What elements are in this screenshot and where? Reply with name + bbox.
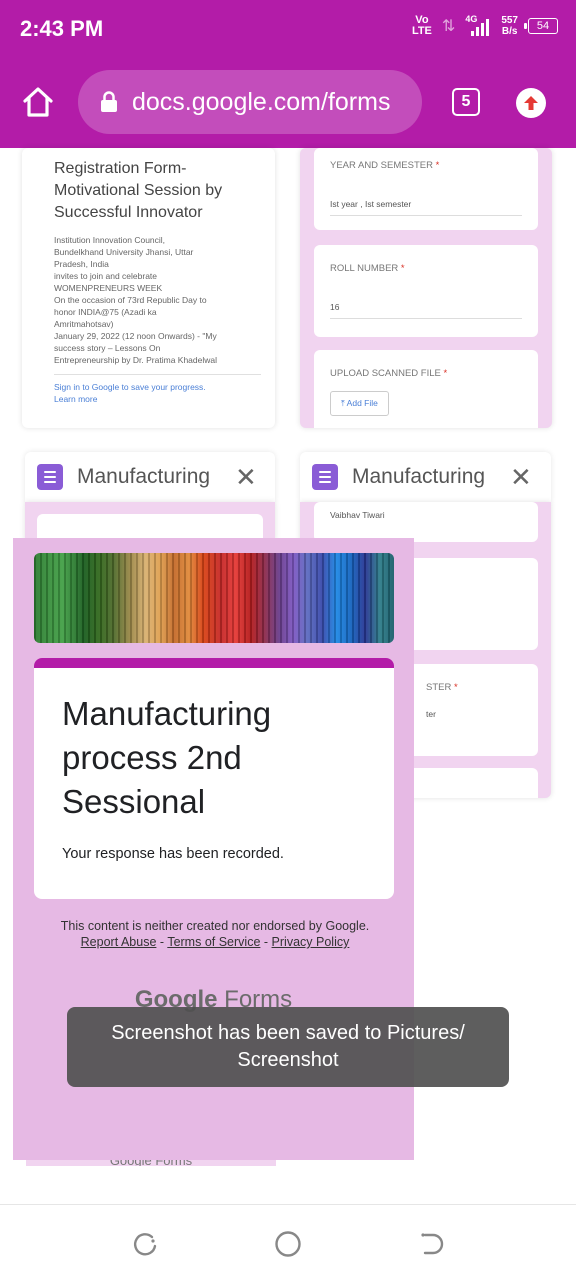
data-activity-icon: ⇅ [441,18,456,35]
network-speed: 557 B/s [501,15,518,37]
tab-title-right: Manufacturing [352,465,486,488]
back-icon[interactable] [418,1229,448,1259]
browser-toolbar: docs.google.com/forms 5 [0,68,576,136]
tab-header-left[interactable]: Manufacturing ✕ [25,452,275,502]
response-card: Manufacturing process 2nd Sessional Your… [34,658,394,899]
upload-field: UPLOAD SCANNED FILE * ⤒ Add File [314,350,538,428]
address-bar[interactable]: docs.google.com/forms [78,70,422,134]
close-tab-icon[interactable]: ✕ [510,462,532,493]
registration-description: Institution Innovation Council, Bundelkh… [54,235,217,365]
report-abuse-link[interactable]: Report Abuse [81,935,157,949]
system-navigation-bar [0,1204,576,1280]
home-icon[interactable] [20,84,56,120]
volte-indicator: Vo LTE [411,14,432,37]
terms-link[interactable]: Terms of Service [167,935,260,949]
roll-number-field: ROLL NUMBER * 16 [314,245,538,337]
close-tab-icon[interactable]: ✕ [235,462,257,493]
response-message: Your response has been recorded. [62,846,284,862]
home-nav-icon[interactable] [273,1229,303,1259]
status-bar: 2:43 PM Vo LTE ⇅ 4G 557 B/s 54 [0,0,576,60]
tab-header-right[interactable]: Manufacturing ✕ [300,452,551,502]
battery-icon: 54 [524,18,558,34]
privacy-link[interactable]: Privacy Policy [272,935,350,949]
status-icons: Vo LTE ⇅ 4G 557 B/s 54 [412,14,558,38]
status-time: 2:43 PM [20,16,104,41]
add-file-button[interactable]: ⤒ Add File [330,391,389,416]
google-forms-icon [37,464,63,490]
learn-more-link[interactable]: Learn more [54,393,261,405]
url-text: docs.google.com/forms [132,87,391,116]
update-icon[interactable] [516,88,546,118]
tab-title-left: Manufacturing [77,465,211,488]
tab-preview-left[interactable] [25,502,275,542]
tab-card-registration[interactable]: Registration Form- Motivational Session … [22,148,275,428]
lock-icon [101,91,117,112]
screenshot-toast: Screenshot has been saved to Pictures/ S… [67,1007,509,1087]
year-field: YEAR AND SEMESTER * Ist year , Ist semes… [314,148,538,230]
form-header-image [34,553,394,643]
tab-card-form-fields[interactable]: YEAR AND SEMESTER * Ist year , Ist semes… [300,148,552,428]
browser-chrome: 2:43 PM Vo LTE ⇅ 4G 557 B/s 54 docs.goog… [0,0,576,148]
google-forms-icon [312,464,338,490]
signin-link[interactable]: Sign in to Google to save your progress. [54,381,261,393]
registration-title: Registration Form- Motivational Session … [54,160,223,221]
form-title: Manufacturing process 2nd Sessional [62,695,272,820]
disclaimer: This content is neither created nor endo… [60,919,370,949]
upload-icon: ⤒ [341,398,345,408]
signal-strength-icon: 4G [465,14,491,38]
recent-apps-icon[interactable] [130,1229,160,1259]
tab-switcher-button[interactable]: 5 [452,88,480,116]
